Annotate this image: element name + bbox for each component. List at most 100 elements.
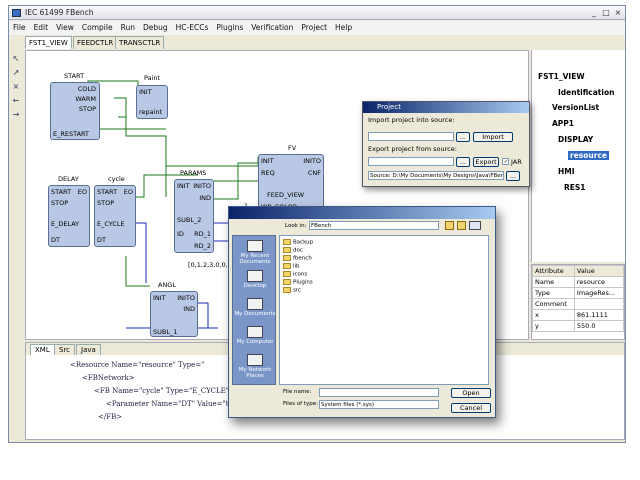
pin-ind: IND <box>183 305 195 313</box>
menu-run[interactable]: Run <box>117 21 139 34</box>
menu-project[interactable]: Project <box>297 21 331 34</box>
tab-src[interactable]: Src <box>54 344 76 355</box>
tree-item-identification[interactable]: Identification <box>558 88 614 97</box>
pin-e-delay: E_DELAY <box>51 220 80 228</box>
menu-edit[interactable]: Edit <box>30 21 53 34</box>
new-folder-icon[interactable] <box>457 221 466 230</box>
network-places-icon <box>247 354 263 366</box>
source-path-field[interactable]: Source: D:\My Documents\My Designs\Java\… <box>368 171 504 180</box>
block-params-label: PARAMS <box>180 169 207 177</box>
pin-inito: INITO <box>193 182 211 190</box>
menu-file[interactable]: File <box>9 21 30 34</box>
tree-item-hmi[interactable]: HMI <box>558 167 575 176</box>
import-path-input[interactable] <box>368 132 454 141</box>
delete-tool-icon[interactable]: × <box>11 82 21 92</box>
list-item[interactable]: Plugins <box>283 279 313 286</box>
list-item[interactable]: fbench <box>283 255 312 262</box>
list-item[interactable]: Backup <box>283 239 313 246</box>
menu-debug[interactable]: Debug <box>139 21 172 34</box>
pin-ind: IND <box>199 194 211 202</box>
list-item[interactable]: doc <box>283 247 303 254</box>
tree-item-versionlist[interactable]: VersionList <box>552 103 599 112</box>
fb-paint-block[interactable]: INIT repaint <box>136 85 168 119</box>
tree-root-fst1-view[interactable]: FST1_VIEW <box>538 72 585 81</box>
open-button[interactable]: Open <box>451 388 491 398</box>
tab-java[interactable]: Java <box>76 344 101 355</box>
folder-icon <box>283 271 291 277</box>
list-item[interactable]: lib <box>283 263 300 270</box>
cancel-button[interactable]: Cancel <box>451 403 491 413</box>
fb-start-block[interactable]: COLD WARM STOP E_RESTART <box>50 82 100 140</box>
menu-plugins[interactable]: Plugins <box>212 21 247 34</box>
menu-help[interactable]: Help <box>331 21 356 34</box>
block-fv-label: FV <box>288 144 297 152</box>
pin-subl-2: SUBL_2 <box>177 216 202 224</box>
pin-cnf: CNF <box>307 169 321 177</box>
menu-compile[interactable]: Compile <box>78 21 117 34</box>
list-item[interactable]: src <box>283 287 301 294</box>
folder-up-icon[interactable] <box>445 221 454 230</box>
arrow-right-icon[interactable]: → <box>11 110 21 120</box>
pin-stop: STOP <box>51 199 69 207</box>
place-my-documents[interactable]: My Documents <box>233 298 277 317</box>
tree-item-app1[interactable]: APP1 <box>552 119 574 128</box>
folder-icon <box>283 247 291 253</box>
table-row: Name resource <box>532 276 624 288</box>
fb-cycle-block[interactable]: START EO STOP E_CYCLE DT <box>94 185 136 247</box>
menu-verification[interactable]: Verification <box>247 21 297 34</box>
open-file-dialog: Look in: FBench My Recent Documents Desk… <box>228 206 496 418</box>
place-my-computer[interactable]: My Computer <box>233 326 277 345</box>
import-browse-button[interactable]: ... <box>456 132 470 142</box>
block-cycle-label: cycle <box>108 175 125 183</box>
block-paint-label: Paint <box>144 74 161 82</box>
export-button[interactable]: Export <box>473 157 499 167</box>
place-network[interactable]: My Network Places <box>233 354 277 379</box>
maximize-icon[interactable]: □ <box>601 8 611 18</box>
view-menu-icon[interactable] <box>469 221 481 230</box>
import-button[interactable]: Import <box>473 132 513 142</box>
my-computer-icon <box>247 326 263 338</box>
place-desktop[interactable]: Desktop <box>233 270 277 289</box>
tab-transctlr[interactable]: TRANSCTLR <box>115 36 165 49</box>
minimize-icon[interactable]: _ <box>589 8 599 18</box>
look-in-select[interactable]: FBench <box>309 221 439 230</box>
pin-init: INIT <box>139 88 152 96</box>
pin-eo: EO <box>123 188 133 196</box>
connect-tool-icon[interactable]: ↗ <box>11 68 21 78</box>
tree-item-res1[interactable]: RES1 <box>564 183 586 192</box>
pin-inito: INITO <box>177 294 195 302</box>
folder-icon <box>283 279 291 285</box>
xml-line: <FBNetwork> <box>82 374 135 382</box>
fb-params-block[interactable]: INIT INITO IND SUBL_2 ID RD_1 RD_2 <box>174 179 214 253</box>
menu-hc-eccs[interactable]: HC-ECCs <box>172 21 213 34</box>
files-type-label: Files of type: <box>283 401 319 407</box>
place-recent[interactable]: My Recent Documents <box>233 240 277 265</box>
look-in-label: Look in: <box>285 223 307 229</box>
tab-fst1-view[interactable]: FST1_VIEW <box>25 36 72 49</box>
export-path-input[interactable] <box>368 157 454 166</box>
jar-checkbox[interactable]: ✓ <box>502 158 509 165</box>
file-name-label: File name: <box>283 389 312 395</box>
pin-warm: WARM <box>75 95 96 103</box>
file-name-input[interactable] <box>319 388 439 397</box>
import-label: Import project into source: <box>368 116 455 124</box>
fb-delay-block[interactable]: START EO STOP E_DELAY DT <box>48 185 90 247</box>
tree-item-display[interactable]: DISPLAY <box>558 135 593 144</box>
close-icon[interactable]: × <box>613 8 623 18</box>
arrow-left-icon[interactable]: ← <box>11 96 21 106</box>
tab-xml[interactable]: XML <box>30 344 55 355</box>
fb-angl-block[interactable]: INIT INITO IND SUBL_1 <box>150 291 198 337</box>
xml-line: </FB> <box>98 413 123 421</box>
pin-dt: DT <box>97 236 106 244</box>
window-title: IEC 61499 FBench <box>25 8 94 17</box>
pin-req: REQ <box>261 169 275 177</box>
menu-view[interactable]: View <box>52 21 78 34</box>
export-browse-button[interactable]: ... <box>456 157 470 167</box>
list-item[interactable]: icons <box>283 271 307 278</box>
pin-e-cycle: E_CYCLE <box>97 220 125 228</box>
select-tool-icon[interactable]: ↖ <box>11 54 21 64</box>
tab-feedctlr[interactable]: FEEDCTLR <box>73 36 118 49</box>
tree-item-resource[interactable]: resource <box>568 151 609 160</box>
source-browse-button[interactable]: ... <box>506 171 520 181</box>
files-type-select[interactable]: System files (*.sys) <box>319 400 439 409</box>
